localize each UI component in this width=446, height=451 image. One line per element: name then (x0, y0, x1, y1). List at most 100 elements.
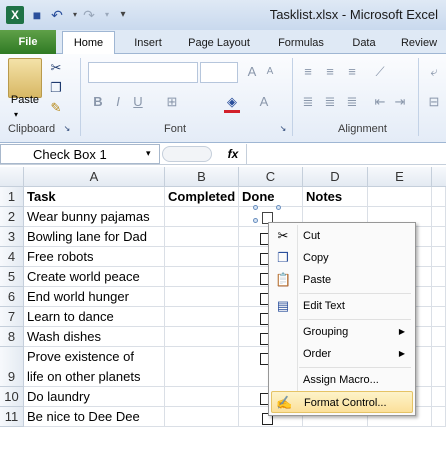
column-header-c[interactable]: C (239, 167, 303, 187)
cell-b1[interactable]: Completed (165, 187, 239, 207)
cell-a2[interactable]: Wear bunny pajamas (24, 207, 165, 227)
cell-b11[interactable] (165, 407, 239, 427)
bold-icon[interactable]: B (90, 94, 106, 110)
menu-item-format-control[interactable]: ✍ Format Control... (271, 391, 413, 413)
cell-a5[interactable]: Create world peace (24, 267, 165, 287)
cell-f11[interactable] (432, 407, 446, 427)
cell-a8[interactable]: Wash dishes (24, 327, 165, 347)
column-header-d[interactable]: D (303, 167, 368, 187)
selection-handle[interactable] (276, 205, 281, 210)
cell-b10[interactable] (165, 387, 239, 407)
font-launcher-icon[interactable]: ↘ (278, 124, 288, 134)
merge-center-icon[interactable]: ⊟ (426, 94, 442, 110)
row-header[interactable]: 1 (0, 187, 24, 207)
italic-icon[interactable]: I (110, 94, 126, 110)
cell-e1[interactable] (368, 187, 432, 207)
select-all-corner[interactable] (0, 167, 24, 187)
align-right-icon[interactable]: ≣ (344, 94, 360, 110)
tab-file[interactable]: File (0, 30, 56, 54)
cell-f8[interactable] (432, 327, 446, 347)
row-header[interactable]: 6 (0, 287, 24, 307)
cell-f1[interactable] (432, 187, 446, 207)
align-top-icon[interactable]: ≡ (300, 64, 316, 80)
orientation-icon[interactable]: ⟋ (372, 64, 388, 80)
align-bottom-icon[interactable]: ≡ (344, 64, 360, 80)
align-middle-icon[interactable]: ≡ (322, 64, 338, 80)
cell-f2[interactable] (432, 207, 446, 227)
paste-dropdown-icon[interactable]: ▾ (14, 110, 18, 119)
font-color-icon[interactable]: A (256, 94, 272, 110)
menu-item-paste[interactable]: 📋 Paste (271, 269, 413, 291)
formula-bar-resize-handle[interactable] (162, 146, 212, 162)
fill-color-icon[interactable]: ◈ (224, 94, 240, 110)
paste-icon[interactable] (8, 58, 42, 98)
grow-font-icon[interactable]: A (244, 64, 260, 80)
cell-b2[interactable] (165, 207, 239, 227)
cell-b9[interactable] (165, 347, 239, 387)
row-header[interactable]: 3 (0, 227, 24, 247)
menu-item-order[interactable]: Order ▶ (271, 343, 413, 365)
cell-b7[interactable] (165, 307, 239, 327)
cell-a7[interactable]: Learn to dance (24, 307, 165, 327)
cell-a10[interactable]: Do laundry (24, 387, 165, 407)
cell-a11[interactable]: Be nice to Dee Dee (24, 407, 165, 427)
cell-d1[interactable]: Notes (303, 187, 368, 207)
column-header-a[interactable]: A (24, 167, 165, 187)
cell-f9[interactable] (432, 347, 446, 387)
font-size-dropdown[interactable] (200, 62, 238, 83)
row-header[interactable]: 7 (0, 307, 24, 327)
cell-b3[interactable] (165, 227, 239, 247)
tab-formulas[interactable]: Formulas (272, 33, 330, 54)
increase-indent-icon[interactable]: ⇥ (392, 94, 408, 110)
align-center-icon[interactable]: ≣ (322, 94, 338, 110)
copy-icon[interactable]: ❐ (48, 80, 64, 96)
menu-item-copy[interactable]: ❐ Copy (271, 247, 413, 269)
cell-b5[interactable] (165, 267, 239, 287)
cell-a6[interactable]: End world hunger (24, 287, 165, 307)
name-box-dropdown-icon[interactable]: ▾ (146, 148, 151, 159)
cell-f3[interactable] (432, 227, 446, 247)
cell-f4[interactable] (432, 247, 446, 267)
cell-f6[interactable] (432, 287, 446, 307)
shrink-font-icon[interactable]: A (262, 64, 278, 80)
decrease-indent-icon[interactable]: ⇤ (372, 94, 388, 110)
column-header-f[interactable] (432, 167, 446, 187)
row-header[interactable]: 9 (0, 347, 24, 387)
row-header[interactable]: 2 (0, 207, 24, 227)
cell-a3[interactable]: Bowling lane for Dad (24, 227, 165, 247)
format-painter-icon[interactable]: ✎ (48, 100, 64, 116)
cell-f7[interactable] (432, 307, 446, 327)
formula-input[interactable] (246, 144, 446, 164)
cell-b8[interactable] (165, 327, 239, 347)
name-box[interactable]: Check Box 1 (0, 144, 160, 164)
column-header-e[interactable]: E (368, 167, 432, 187)
cell-c1[interactable]: Done (239, 187, 303, 207)
cell-a4[interactable]: Free robots (24, 247, 165, 267)
selection-handle[interactable] (253, 218, 258, 223)
cell-f5[interactable] (432, 267, 446, 287)
cell-f10[interactable] (432, 387, 446, 407)
align-left-icon[interactable]: ≣ (300, 94, 316, 110)
paste-button[interactable]: Paste (4, 94, 46, 108)
row-header[interactable]: 10 (0, 387, 24, 407)
tab-data[interactable]: Data (346, 33, 382, 54)
row-header[interactable]: 11 (0, 407, 24, 427)
tab-page-layout[interactable]: Page Layout (180, 33, 258, 54)
cell-b4[interactable] (165, 247, 239, 267)
insert-function-icon[interactable]: fx (218, 146, 248, 162)
cell-b6[interactable] (165, 287, 239, 307)
menu-item-grouping[interactable]: Grouping ▶ (271, 321, 413, 343)
selection-handle[interactable] (253, 205, 258, 210)
tab-home[interactable]: Home (62, 31, 115, 55)
cut-icon[interactable]: ✂ (48, 60, 64, 76)
menu-item-cut[interactable]: ✂ Cut (271, 225, 413, 247)
tab-insert[interactable]: Insert (128, 33, 168, 54)
menu-item-edit-text[interactable]: ▤ Edit Text (271, 295, 413, 317)
row-header[interactable]: 4 (0, 247, 24, 267)
clipboard-launcher-icon[interactable]: ↘ (62, 124, 72, 134)
row-header[interactable]: 5 (0, 267, 24, 287)
font-name-dropdown[interactable] (88, 62, 198, 83)
wrap-text-icon[interactable]: ⤶ (426, 64, 442, 80)
row-header[interactable]: 8 (0, 327, 24, 347)
cell-a9[interactable]: Prove existence of life on other planets (24, 347, 165, 387)
